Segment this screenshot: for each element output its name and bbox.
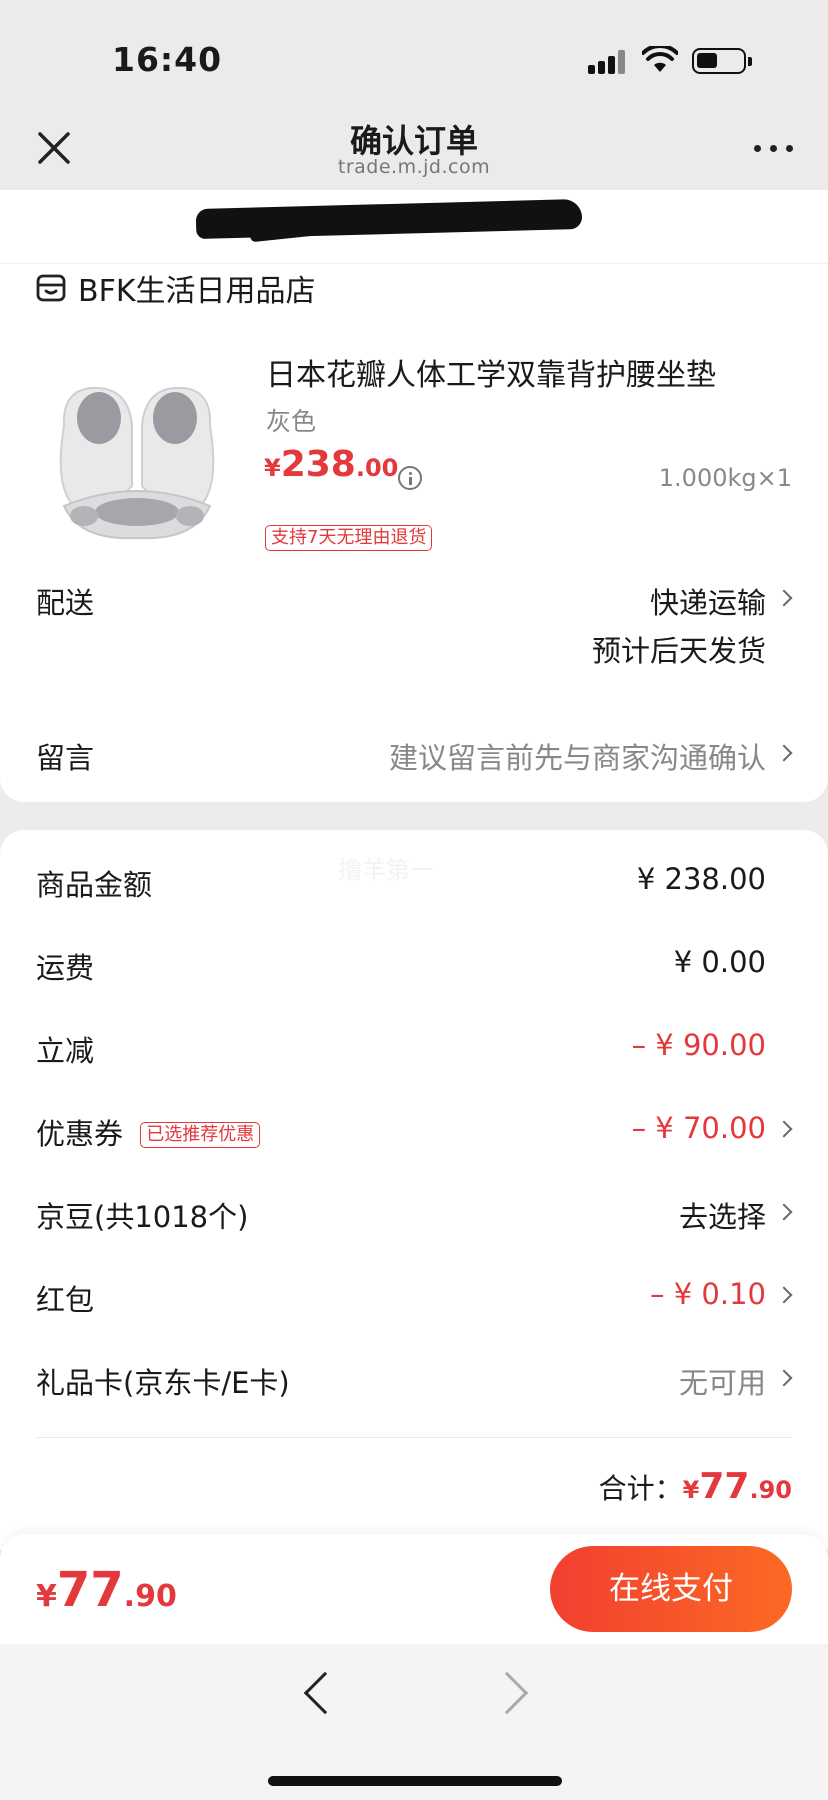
- chevron-right-icon[interactable]: [775, 744, 793, 762]
- jd-beans-select[interactable]: 去选择: [679, 1194, 766, 1236]
- more-icon[interactable]: [754, 142, 798, 156]
- watermark: 撸羊第一: [338, 856, 434, 884]
- home-indicator[interactable]: [268, 1776, 562, 1786]
- coupon-label[interactable]: 优惠券 已选推荐优惠: [36, 1111, 261, 1153]
- product-image[interactable]: [44, 366, 230, 552]
- battery-icon: [692, 48, 752, 74]
- chevron-right-icon[interactable]: [775, 589, 793, 607]
- goods-amount-value: ¥ 238.00: [636, 862, 766, 896]
- delivery-method[interactable]: 快递运输: [650, 580, 766, 622]
- page-url: trade.m.jd.com: [337, 156, 491, 178]
- gift-card-label: 礼品卡(京东卡/E卡): [36, 1366, 290, 1400]
- return-policy-tag: 支持7天无理由退货: [265, 525, 433, 551]
- wifi-icon: [642, 46, 678, 72]
- message-input[interactable]: 建议留言前先与商家沟通确认: [389, 735, 766, 777]
- chevron-right-icon[interactable]: [775, 1203, 793, 1221]
- red-packet-value[interactable]: – ¥ 0.10: [650, 1277, 766, 1311]
- product-variant: 灰色: [266, 407, 317, 436]
- back-icon[interactable]: [303, 1671, 347, 1715]
- shipping-value: ¥ 0.00: [673, 945, 766, 979]
- coupon-tag: 已选推荐优惠: [140, 1122, 261, 1148]
- address-strip[interactable]: [0, 190, 828, 264]
- pay-total: ¥77.90: [36, 1562, 177, 1618]
- delivery-label: 配送: [36, 586, 95, 620]
- divider: [36, 1437, 792, 1438]
- product-price: ¥238.00: [264, 444, 399, 485]
- status-bar: 16:40: [0, 0, 828, 110]
- shop-name: BFK生活日用品店: [78, 274, 316, 309]
- nav-bar: 确认订单 trade.m.jd.com: [0, 110, 828, 190]
- pay-online-button[interactable]: 在线支付: [550, 1546, 792, 1632]
- chevron-right-icon[interactable]: [775, 1120, 793, 1138]
- delivery-eta: 预计后天发货: [591, 634, 766, 668]
- price-summary-card: 商品金额 ¥ 238.00 运费 ¥ 0.00 立减 – ¥ 90.00 优惠券…: [0, 830, 828, 1550]
- shipping-label: 运费: [36, 951, 95, 985]
- chevron-right-icon[interactable]: [775, 1369, 793, 1387]
- cellular-signal-icon: [588, 50, 628, 74]
- discount-value: – ¥ 90.00: [631, 1028, 766, 1062]
- coupon-value[interactable]: – ¥ 70.00: [632, 1111, 766, 1145]
- product-weight-qty: 1.000kg×1: [658, 464, 792, 492]
- info-icon[interactable]: [398, 466, 422, 490]
- forward-icon[interactable]: [485, 1671, 529, 1715]
- goods-amount-label: 商品金额: [36, 868, 153, 902]
- chevron-right-icon[interactable]: [775, 1286, 793, 1304]
- shop-row[interactable]: BFK生活日用品店: [36, 266, 316, 310]
- shop-icon: [36, 274, 66, 302]
- red-packet-label: 红包: [36, 1283, 95, 1317]
- message-label: 留言: [36, 741, 95, 775]
- status-time: 16:40: [112, 40, 223, 79]
- pay-bar: ¥77.90 在线支付: [0, 1534, 828, 1644]
- jd-beans-label: 京豆(共1018个): [36, 1200, 249, 1234]
- product-title: 日本花瓣人体工学双靠背护腰坐垫: [266, 358, 716, 393]
- gift-card-value[interactable]: 无可用: [679, 1360, 766, 1402]
- order-total: 合计：¥77.90: [598, 1466, 792, 1507]
- order-card: BFK生活日用品店 日本花瓣人体工学双靠背护腰坐垫 灰色 ¥238.00 1.0…: [0, 190, 828, 802]
- discount-label: 立减: [36, 1034, 95, 1068]
- browser-toolbar: [0, 1644, 828, 1800]
